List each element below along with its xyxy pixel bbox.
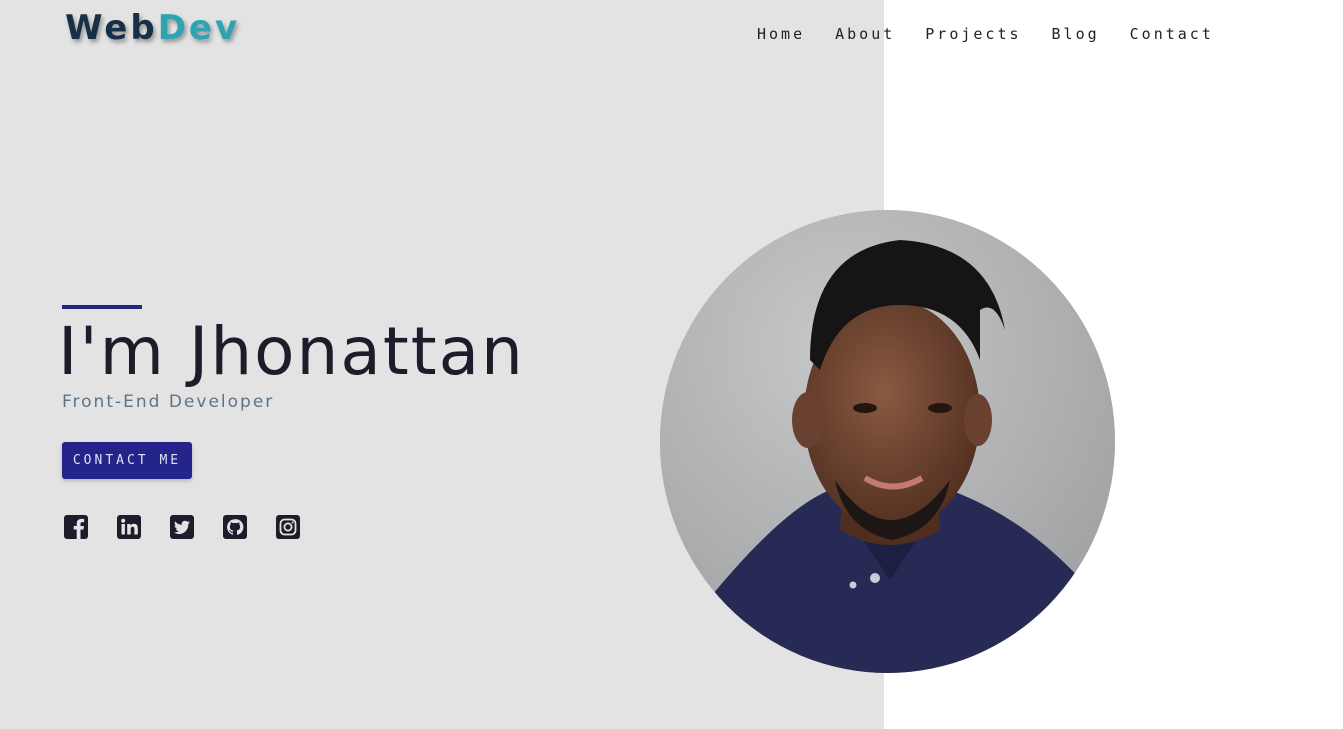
nav-item-home[interactable]: Home xyxy=(757,24,805,44)
facebook-icon[interactable] xyxy=(63,514,89,540)
main-nav: Home About Projects Blog Contact xyxy=(757,24,1244,44)
nav-item-projects[interactable]: Projects xyxy=(925,24,1021,44)
instagram-icon[interactable] xyxy=(275,514,301,540)
brand-logo[interactable]: WebDev xyxy=(65,8,240,48)
hero-subtitle: Front-End Developer xyxy=(62,392,275,412)
nav-item-blog[interactable]: Blog xyxy=(1052,24,1100,44)
profile-photo xyxy=(660,210,1115,673)
twitter-icon[interactable] xyxy=(169,514,195,540)
contact-me-button[interactable]: CONTACT ME xyxy=(62,442,192,479)
brand-logo-part1: Web xyxy=(65,8,158,48)
nav-item-contact[interactable]: Contact xyxy=(1130,24,1214,44)
brand-logo-part2: Dev xyxy=(157,8,241,48)
linkedin-icon[interactable] xyxy=(116,514,142,540)
hero-title: I'm Jhonattan xyxy=(58,313,525,390)
github-icon[interactable] xyxy=(222,514,248,540)
nav-item-about[interactable]: About xyxy=(835,24,895,44)
heading-accent-line xyxy=(62,305,142,309)
social-links xyxy=(63,514,328,540)
